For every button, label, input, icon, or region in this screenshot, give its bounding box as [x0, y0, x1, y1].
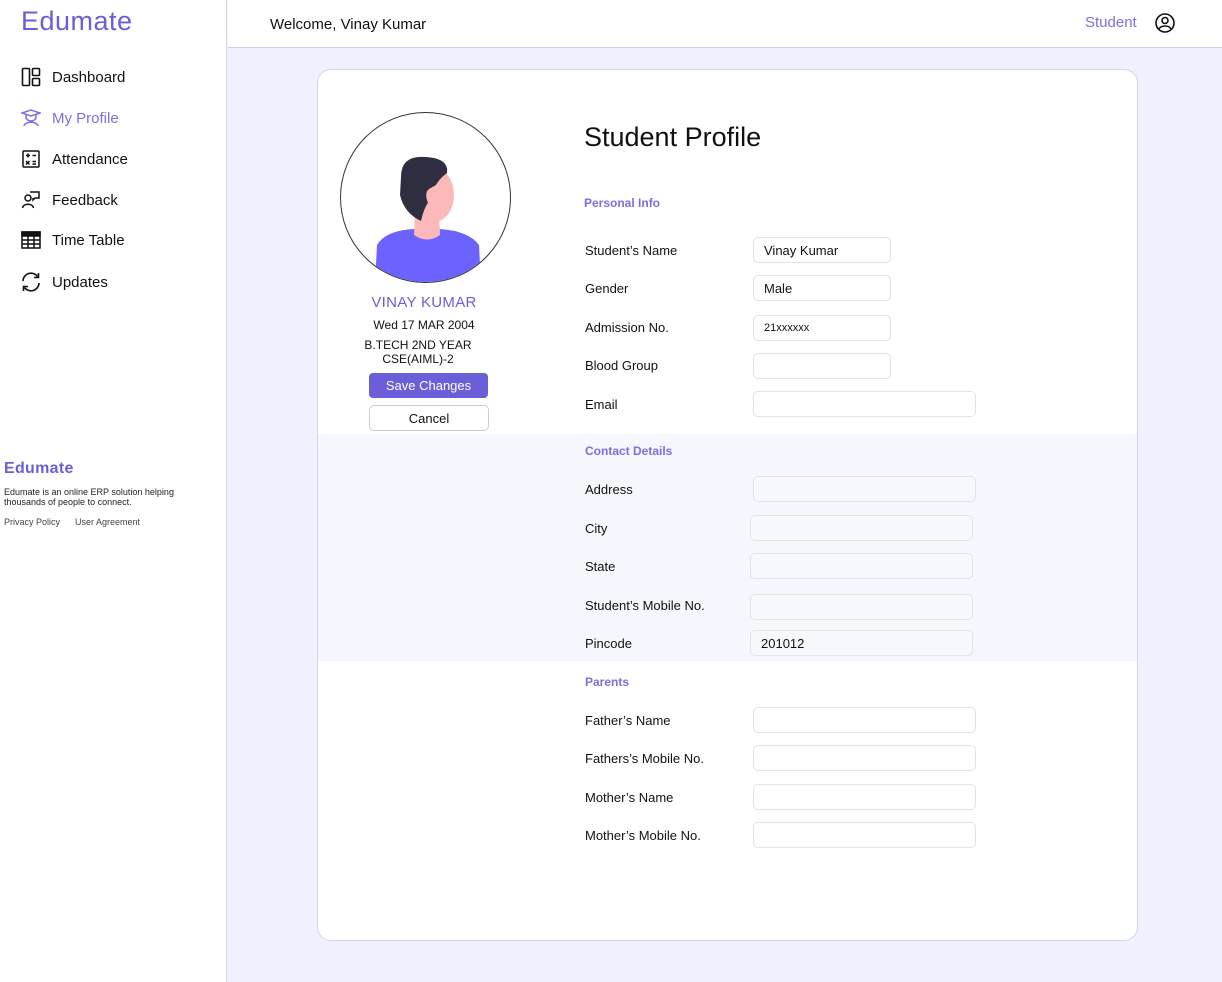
- city-input[interactable]: [750, 515, 973, 541]
- brand-logo[interactable]: Edumate: [21, 6, 133, 37]
- course-year: B.TECH 2ND YEAR: [364, 338, 472, 352]
- sidebar-item-attendance[interactable]: Attendance: [20, 147, 128, 171]
- profile-course: B.TECH 2ND YEAR CSE(AIML)-2: [318, 338, 518, 366]
- profile-dob: Wed 17 MAR 2004: [373, 318, 475, 332]
- sidebar-item-label: Time Table: [52, 231, 125, 249]
- save-changes-button[interactable]: Save Changes: [369, 373, 488, 398]
- gender-input[interactable]: [753, 275, 891, 301]
- privacy-policy-link[interactable]: Privacy Policy: [4, 517, 60, 527]
- pincode-label: Pincode: [585, 636, 632, 651]
- profile-card: VINAY KUMAR Wed 17 MAR 2004 B.TECH 2ND Y…: [317, 69, 1138, 941]
- course-branch: CSE(AIML)-2: [382, 352, 454, 366]
- email-input[interactable]: [753, 391, 976, 417]
- sidebar-item-label: My Profile: [52, 109, 119, 127]
- table-icon: [20, 229, 42, 251]
- avatar[interactable]: [340, 112, 511, 283]
- email-label: Email: [585, 397, 618, 412]
- father-mobile-input[interactable]: [753, 745, 976, 771]
- father-name-label: Father’s Name: [585, 713, 671, 728]
- student-name-label: Student’s Name: [585, 243, 678, 258]
- father-name-input[interactable]: [753, 707, 976, 733]
- student-mobile-label: Student’s Mobile No.: [585, 598, 705, 613]
- profile-name: VINAY KUMAR: [371, 294, 477, 311]
- top-bar: Welcome, Vinay Kumar Student: [228, 0, 1222, 48]
- mother-mobile-label: Mother’s Mobile No.: [585, 828, 701, 843]
- dashboard-icon: [20, 66, 42, 88]
- role-link[interactable]: Student: [1085, 14, 1137, 31]
- calculator-icon: [20, 148, 42, 170]
- sidebar-item-updates[interactable]: Updates: [20, 270, 108, 294]
- blood-group-label: Blood Group: [585, 358, 658, 373]
- father-mobile-label: Fathers’s Mobile No.: [585, 751, 704, 766]
- student-name-input[interactable]: [753, 237, 891, 263]
- state-input[interactable]: [750, 553, 973, 579]
- refresh-icon: [20, 271, 42, 293]
- feedback-icon: [20, 189, 42, 211]
- admission-no-input[interactable]: [753, 315, 891, 341]
- state-label: State: [585, 559, 616, 574]
- sidebar-item-time-table[interactable]: Time Table: [20, 228, 125, 252]
- welcome-text: Welcome, Vinay Kumar: [270, 16, 427, 33]
- user-circle-icon[interactable]: [1154, 12, 1176, 34]
- mother-name-label: Mother’s Name: [585, 790, 674, 805]
- user-agreement-link[interactable]: User Agreement: [75, 517, 140, 527]
- page-title: Student Profile: [584, 122, 762, 152]
- gender-label: Gender: [585, 281, 629, 296]
- footer-description: Edumate is an online ERP solution helpin…: [4, 487, 174, 507]
- blood-group-input[interactable]: [753, 353, 891, 379]
- footer-brand: Edumate: [4, 460, 74, 477]
- section-contact-details: Contact Details: [585, 444, 673, 458]
- graduate-icon: [20, 107, 42, 129]
- section-personal-info: Personal Info: [584, 196, 661, 210]
- sidebar: Edumate Dashboard My Profile Attendance …: [0, 0, 227, 982]
- sidebar-item-feedback[interactable]: Feedback: [20, 188, 118, 212]
- student-mobile-input[interactable]: [750, 594, 973, 620]
- sidebar-item-label: Dashboard: [52, 68, 126, 86]
- mother-name-input[interactable]: [753, 784, 976, 810]
- city-label: City: [585, 521, 608, 536]
- sidebar-item-label: Attendance: [52, 150, 128, 168]
- sidebar-item-label: Feedback: [52, 191, 118, 209]
- address-input[interactable]: [753, 476, 976, 502]
- section-parents: Parents: [585, 675, 630, 689]
- address-label: Address: [585, 482, 633, 497]
- contact-details-band: [318, 434, 1137, 661]
- cancel-button[interactable]: Cancel: [369, 405, 489, 431]
- mother-mobile-input[interactable]: [753, 822, 976, 848]
- sidebar-item-dashboard[interactable]: Dashboard: [20, 65, 125, 89]
- sidebar-item-my-profile[interactable]: My Profile: [20, 106, 119, 130]
- footer-links: Privacy Policy User Agreement: [4, 517, 140, 527]
- sidebar-item-label: Updates: [52, 273, 108, 291]
- pincode-input[interactable]: [750, 630, 973, 656]
- admission-no-label: Admission No.: [585, 320, 669, 335]
